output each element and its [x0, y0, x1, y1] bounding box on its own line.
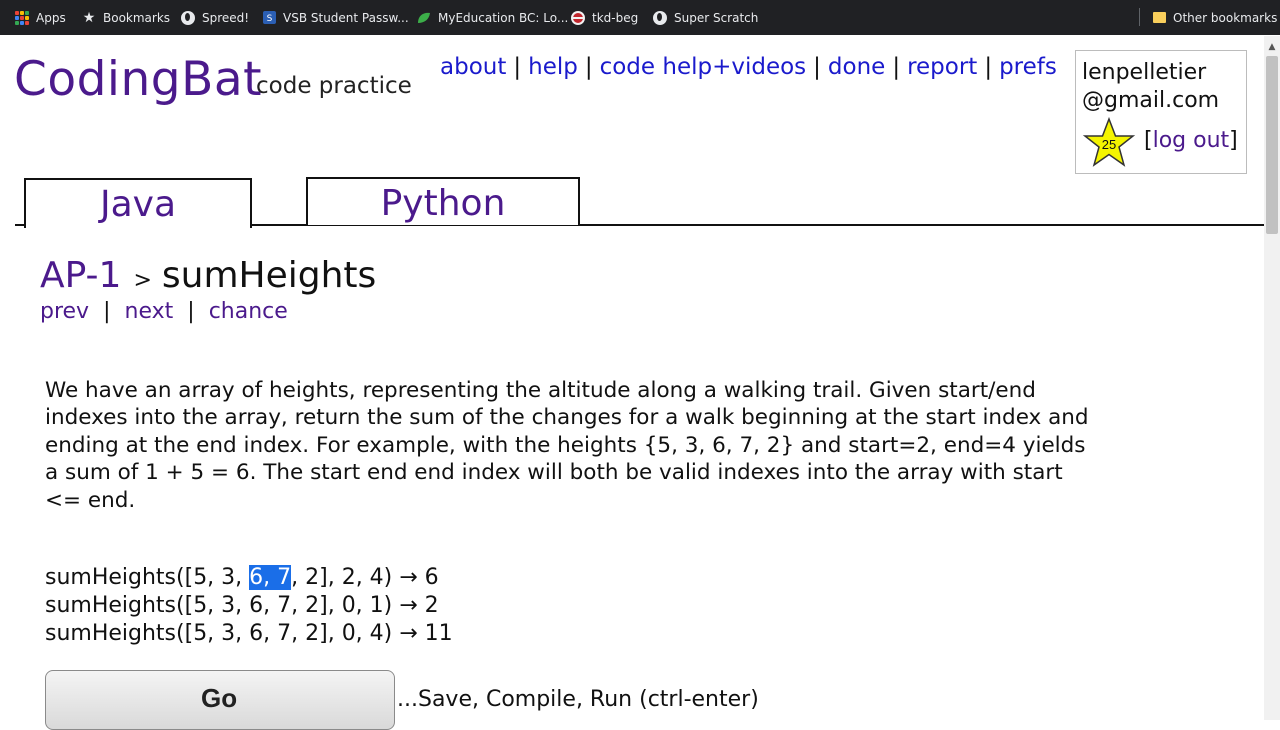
apps-grid-icon: [14, 10, 30, 26]
bookmark-super-scratch[interactable]: Super Scratch: [652, 9, 758, 26]
scroll-up-arrow-icon[interactable]: ▲: [1265, 40, 1279, 54]
page-title: sumHeights: [161, 255, 377, 296]
next-link[interactable]: next: [125, 299, 174, 324]
logout-area: [log out]: [1144, 128, 1238, 153]
examples-list: sumHeights([5, 3, 6, 7, 2], 2, 4) → 6 su…: [45, 564, 453, 648]
bookmark-label: Bookmarks: [103, 10, 171, 25]
chance-link[interactable]: chance: [209, 299, 288, 324]
logout-link[interactable]: log out: [1153, 128, 1230, 153]
example-line: sumHeights([5, 3, 6, 7, 2], 2, 4) → 6: [45, 564, 453, 592]
user-email-line2: @gmail.com: [1082, 88, 1220, 113]
example-line: sumHeights([5, 3, 6, 7, 2], 0, 4) → 11: [45, 620, 453, 648]
leaf-icon: [416, 10, 432, 26]
svg-text:S: S: [266, 14, 272, 24]
bookmark-label: Spreed!: [202, 10, 250, 25]
bookmark-label: Other bookmarks: [1173, 10, 1278, 25]
user-box: lenpelletier @gmail.com 25 [log out]: [1075, 50, 1247, 174]
bookmark-label: tkd-beg: [592, 10, 639, 25]
star-icon: ★: [82, 9, 96, 26]
user-email-line1: lenpelletier: [1082, 60, 1207, 85]
nav-separator: |: [187, 299, 195, 324]
bookmark-myeducation[interactable]: MyEducation BC: Lo...: [416, 9, 568, 26]
scrollbar-thumb[interactable]: [1266, 56, 1278, 234]
bookmarks-bar: Apps ★ Bookmarks Spreed! S VSB Student P…: [0, 0, 1280, 35]
problem-description: We have an array of heights, representin…: [45, 378, 1089, 513]
nav-separator: |: [813, 54, 821, 80]
bookmark-tkd[interactable]: tkd-beg: [570, 9, 638, 26]
bookmark-spreed[interactable]: Spreed!: [180, 9, 249, 26]
globe-icon: [652, 10, 668, 26]
nav-done[interactable]: done: [828, 54, 885, 80]
star-count: 25: [1102, 137, 1116, 152]
tkd-icon: [570, 10, 586, 26]
example-text: sumHeights([5, 3, 6, 7, 2], 0, 1) → 2: [45, 593, 439, 618]
nav-about[interactable]: about: [440, 54, 506, 80]
example-text: , 2], 2, 4) → 6: [291, 565, 439, 590]
tab-java[interactable]: Java: [24, 178, 252, 228]
example-line: sumHeights([5, 3, 6, 7, 2], 0, 1) → 2: [45, 592, 453, 620]
go-button[interactable]: Go: [45, 670, 395, 730]
bookmark-label: Super Scratch: [674, 10, 759, 25]
nav-separator: |: [984, 54, 993, 80]
bookmark-label: Apps: [36, 10, 66, 25]
example-text: sumHeights([5, 3,: [45, 565, 250, 590]
breadcrumb-arrow: >: [133, 268, 152, 293]
site-tagline: code practice: [256, 73, 412, 99]
section-link[interactable]: AP-1: [40, 255, 121, 296]
bookmark-vsb[interactable]: S VSB Student Passw...: [261, 9, 409, 26]
bracket-close: ]: [1229, 128, 1238, 153]
nav-report[interactable]: report: [907, 54, 977, 80]
selected-text: 6, 7: [249, 565, 292, 590]
breadcrumb: AP-1 > sumHeights: [40, 255, 376, 296]
bookmark-apps[interactable]: Apps: [14, 9, 66, 26]
globe-icon: [180, 10, 196, 26]
example-text: sumHeights([5, 3, 6, 7, 2], 0, 4) → 11: [45, 621, 453, 646]
bookmark-bookmarks[interactable]: ★ Bookmarks: [81, 9, 170, 26]
nav-separator: |: [513, 54, 522, 80]
nav-separator: |: [584, 54, 593, 80]
star-badge-icon: 25: [1082, 116, 1136, 169]
bookmark-other[interactable]: Other bookmarks: [1151, 9, 1277, 26]
top-nav: about | help | code help+videos | done | report |…: [440, 54, 1057, 80]
site-logo[interactable]: CodingBat: [14, 52, 262, 107]
nav-separator: |: [103, 299, 111, 324]
user-email: lenpelletier @gmail.com: [1082, 59, 1219, 115]
nav-code-help-videos[interactable]: code help+videos: [600, 54, 807, 80]
nav-help[interactable]: help: [528, 54, 578, 80]
problem-nav: prev | next | chance: [40, 299, 288, 324]
run-hint: ...Save, Compile, Run (ctrl-enter): [397, 687, 759, 712]
nav-separator: |: [892, 54, 901, 80]
bookmark-label: MyEducation BC: Lo...: [438, 10, 569, 25]
tab-python[interactable]: Python: [306, 177, 580, 225]
bookmark-label: VSB Student Passw...: [283, 10, 409, 25]
nav-prefs[interactable]: prefs: [999, 54, 1057, 80]
bookmarks-divider: [1139, 8, 1140, 26]
bracket-open: [: [1144, 128, 1153, 153]
folder-icon: [1151, 10, 1167, 26]
vsb-icon: S: [261, 10, 277, 26]
prev-link[interactable]: prev: [40, 299, 89, 324]
